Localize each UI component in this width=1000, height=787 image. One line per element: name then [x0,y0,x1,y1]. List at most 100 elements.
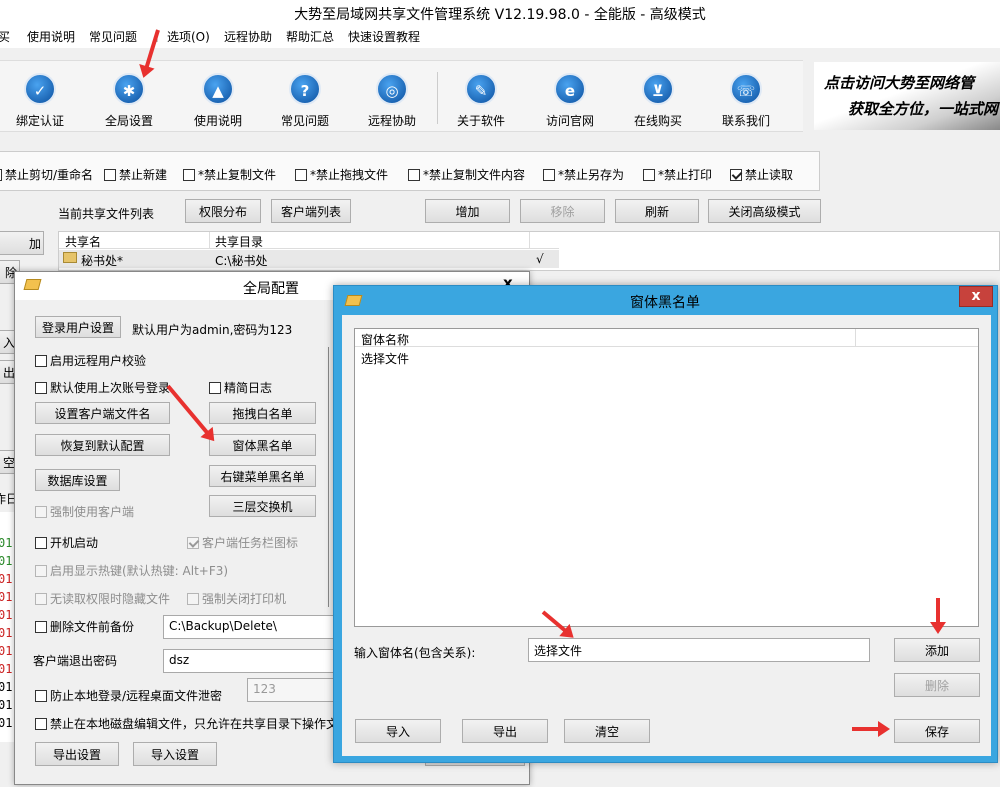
app-title: 大势至局域网共享文件管理系统 V12.19.98.0 - 全能版 - 高级模式 [294,7,706,23]
delete-button[interactable]: 删除 [894,673,980,697]
col-divider [529,232,530,249]
chk-no-drag[interactable]: *禁止拖拽文件 [295,166,388,183]
menu-item-remote[interactable]: 远程协助 [224,28,272,45]
chk-force-close-printer[interactable]: 强制关闭打印机 [187,590,286,607]
exit-password-field[interactable]: dsz [163,649,338,673]
table-row[interactable]: 秘书处* C:\秘书处 √ [59,250,559,268]
menu-bar: 买 使用说明 常见问题 | 选项(O) 远程协助 帮助汇总 快速设置教程 [0,28,1000,48]
window-blacklist-button[interactable]: 窗体黑名单 [209,434,316,456]
chk-no-new[interactable]: 禁止新建 [104,166,167,183]
chk-disk-edit[interactable]: 禁止在本地磁盘编辑文件，只允许在共享目录下操作文 [35,715,338,732]
app-icon [344,295,363,306]
window-blacklist-dialog: 窗体黑名单 x 窗体名称 选择文件 输入窗体名(包含关系): 选择文件 添加 删… [333,285,998,763]
cart-icon: ⊻ [642,73,674,105]
save-button[interactable]: 保存 [894,719,980,743]
toolbar-remote[interactable]: ◎ 远程协助 [352,70,432,130]
restore-default-button[interactable]: 恢复到默认配置 [35,434,170,456]
book-icon: ▲ [202,73,234,105]
export-button[interactable]: 导出 [462,719,548,743]
share-table-header: 共享名 共享目录 [59,232,559,249]
global-config-title: 全局配置 [243,281,299,297]
col-share-dir: 共享目录 [215,235,264,249]
drag-whitelist-button[interactable]: 拖拽白名单 [209,402,316,424]
login-hint: 默认用户为admin,密码为123 [132,323,293,337]
input-window-label: 输入窗体名(包含关系): [354,646,476,660]
remove-share-button[interactable]: 移除 [520,199,605,223]
window-name-list[interactable]: 窗体名称 选择文件 [354,328,979,627]
chk-prevent-leak[interactable]: 防止本地登录/远程桌面文件泄密 [35,687,222,704]
folder-icon [63,252,77,263]
toolbar-faq[interactable]: ? 常见问题 [265,70,345,130]
chk-last-account[interactable]: 默认使用上次账号登录 [35,379,170,396]
toolbar-usage[interactable]: ▲ 使用说明 [178,70,258,130]
toolbar-buy[interactable]: ⊻ 在线购买 [618,70,698,130]
toolbar-website[interactable]: e 访问官网 [530,70,610,130]
globe-icon: ◎ [376,73,408,105]
banner-line-2: 获取全方位，一站式网 [848,100,999,118]
col-share-name: 共享名 [65,235,102,249]
toolbar-bind-auth[interactable]: ✓ 绑定认证 [0,70,80,130]
left-add-button[interactable]: 加 [0,231,44,255]
set-client-filename-button[interactable]: 设置客户端文件名 [35,402,170,424]
add-share-button[interactable]: 增加 [425,199,510,223]
shield-icon: ✓ [24,73,56,105]
three-layer-switch-button[interactable]: 三层交换机 [209,495,316,517]
ie-icon: e [554,73,586,105]
toolbar-global-settings[interactable]: ✱ 全局设置 [89,70,169,130]
toolbar-divider [437,72,438,124]
db-settings-button[interactable]: 数据库设置 [35,469,120,491]
add-button[interactable]: 添加 [894,638,980,662]
clear-button[interactable]: 清空 [564,719,650,743]
chk-no-read[interactable]: 禁止读取 [730,166,793,183]
phone-icon: ☏ [730,73,762,105]
share-list-label: 当前共享文件列表 [58,207,155,221]
list-item[interactable]: 选择文件 [361,350,409,367]
annotation-arrow [852,721,890,737]
chk-hotkey[interactable]: 启用显示热键(默认热键: Alt+F3) [35,562,228,579]
col-window-name: 窗体名称 [361,333,410,347]
chk-no-print[interactable]: *禁止打印 [643,166,712,183]
chk-no-save-as[interactable]: *禁止另存为 [543,166,624,183]
refresh-button[interactable]: 刷新 [615,199,699,223]
question-icon: ? [289,73,321,105]
login-user-settings-button[interactable]: 登录用户设置 [35,316,121,338]
blacklist-body: 窗体名称 选择文件 输入窗体名(包含关系): 选择文件 添加 删除 导入 导出 … [342,315,991,756]
import-settings-button[interactable]: 导入设置 [133,742,217,766]
toolbar-contact[interactable]: ☏ 联系我们 [706,70,786,130]
chk-no-copy-content[interactable]: *禁止复制文件内容 [408,166,525,183]
gear-icon: ✱ [113,73,145,105]
chk-remote-verify[interactable]: 启用远程用户校验 [35,352,146,369]
backup-path-field[interactable]: C:\Backup\Delete\ [163,615,338,639]
share-check-cell: √ [536,252,544,266]
client-list-button[interactable]: 客户端列表 [271,199,351,223]
chk-autostart[interactable]: 开机启动 [35,534,98,551]
menu-item-help[interactable]: 帮助汇总 [286,28,334,45]
leak-password-field[interactable]: 123 [247,678,338,702]
chk-tray-icon[interactable]: 客户端任务栏图标 [187,534,298,551]
chk-backup-before-delete[interactable]: 删除文件前备份 [35,618,134,635]
menu-item-usage[interactable]: 使用说明 [27,28,75,45]
rclick-blacklist-button[interactable]: 右键菜单黑名单 [209,465,316,487]
toolbar-about[interactable]: ✎ 关于软件 [441,70,521,130]
menu-item-options[interactable]: 选项(O) [167,28,210,45]
share-name-cell: 秘书处* [81,254,124,268]
chk-force-client[interactable]: 强制使用客户端 [35,503,134,520]
exit-pwd-label: 客户端退出密码 [33,654,118,668]
chk-no-cut-rename[interactable]: 禁止剪切/重命名 [0,166,93,183]
chk-hide-no-perm[interactable]: 无读取权限时隐藏文件 [35,590,170,607]
blacklist-title: 窗体黑名单 [630,295,700,311]
chk-no-copy-file[interactable]: *禁止复制文件 [183,166,276,183]
share-dir-cell: C:\秘书处 [215,254,268,268]
log-panel: 01 01 01 01 01 01 01 01 01 01 01 [0,512,15,742]
chk-simple-log[interactable]: 精简日志 [209,379,272,396]
export-settings-button[interactable]: 导出设置 [35,742,119,766]
import-button[interactable]: 导入 [355,719,441,743]
menu-item-buy[interactable]: 买 [0,28,10,45]
menu-item-faq[interactable]: 常见问题 [89,28,137,45]
close-button[interactable]: x [959,286,993,307]
menu-item-tutorial[interactable]: 快速设置教程 [348,28,420,45]
banner-ad[interactable]: 点击访问大势至网络管 获取全方位，一站式网 [814,62,1000,130]
close-advanced-mode-button[interactable]: 关闭高级模式 [708,199,821,223]
perm-distribution-button[interactable]: 权限分布 [185,199,261,223]
window-name-input[interactable]: 选择文件 [528,638,870,662]
